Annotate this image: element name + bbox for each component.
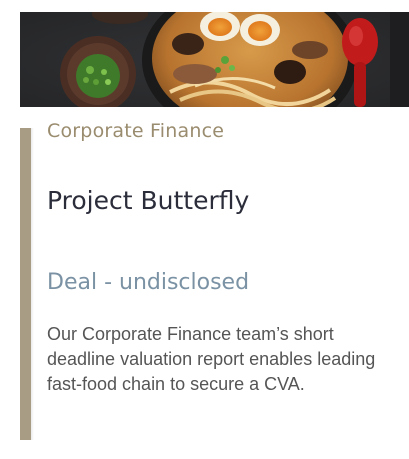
accent-bar (20, 128, 31, 440)
project-title[interactable]: Project Butterfly (47, 186, 249, 215)
description-text: Our Corporate Finance team’s short deadl… (47, 324, 376, 394)
category-label: Corporate Finance (47, 120, 225, 142)
deal-label: Deal - undisclosed (47, 270, 250, 295)
ramen-bowl-photo (20, 12, 409, 107)
case-study-card[interactable]: Corporate Finance Project Butterfly Deal… (0, 0, 409, 459)
accent-bar-shadow (31, 128, 34, 440)
